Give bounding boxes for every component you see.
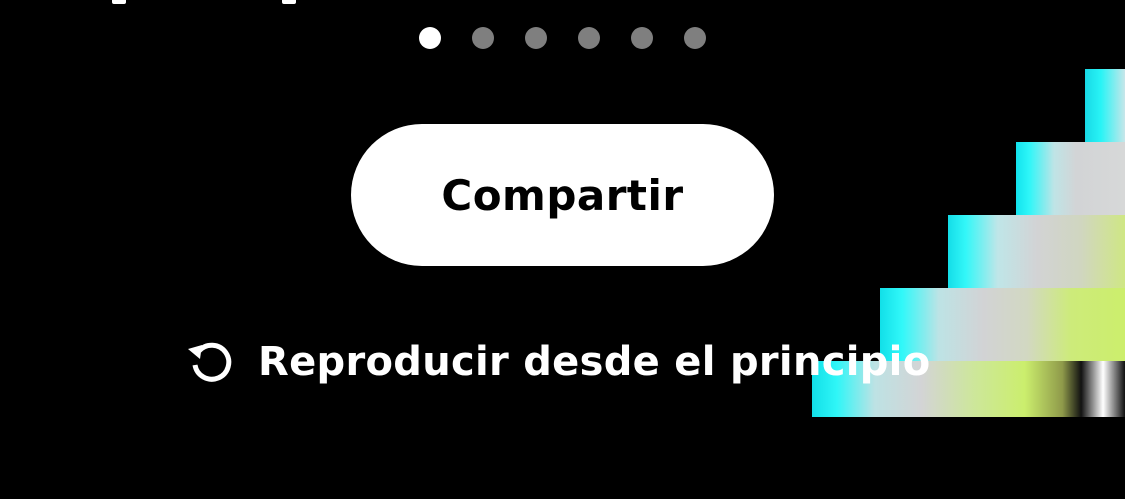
pagination-dot-2[interactable] bbox=[472, 27, 494, 49]
restart-icon bbox=[186, 337, 236, 387]
cut-off-glyph bbox=[112, 0, 126, 4]
gradient-step bbox=[1016, 142, 1125, 215]
pagination-dot-4[interactable] bbox=[578, 27, 600, 49]
pagination-dot-1[interactable] bbox=[419, 27, 441, 49]
gradient-step bbox=[1085, 69, 1125, 142]
gradient-step bbox=[948, 215, 1125, 288]
restart-label: Reproducir desde el principio bbox=[258, 339, 931, 385]
pagination-dot-5[interactable] bbox=[631, 27, 653, 49]
cut-off-top-content bbox=[112, 0, 296, 4]
share-button[interactable]: Compartir bbox=[351, 124, 774, 266]
pagination-dots bbox=[419, 27, 706, 49]
pagination-dot-3[interactable] bbox=[525, 27, 547, 49]
cut-off-glyph bbox=[282, 0, 296, 4]
pagination-dot-6[interactable] bbox=[684, 27, 706, 49]
restart-button[interactable]: Reproducir desde el principio bbox=[186, 334, 930, 390]
